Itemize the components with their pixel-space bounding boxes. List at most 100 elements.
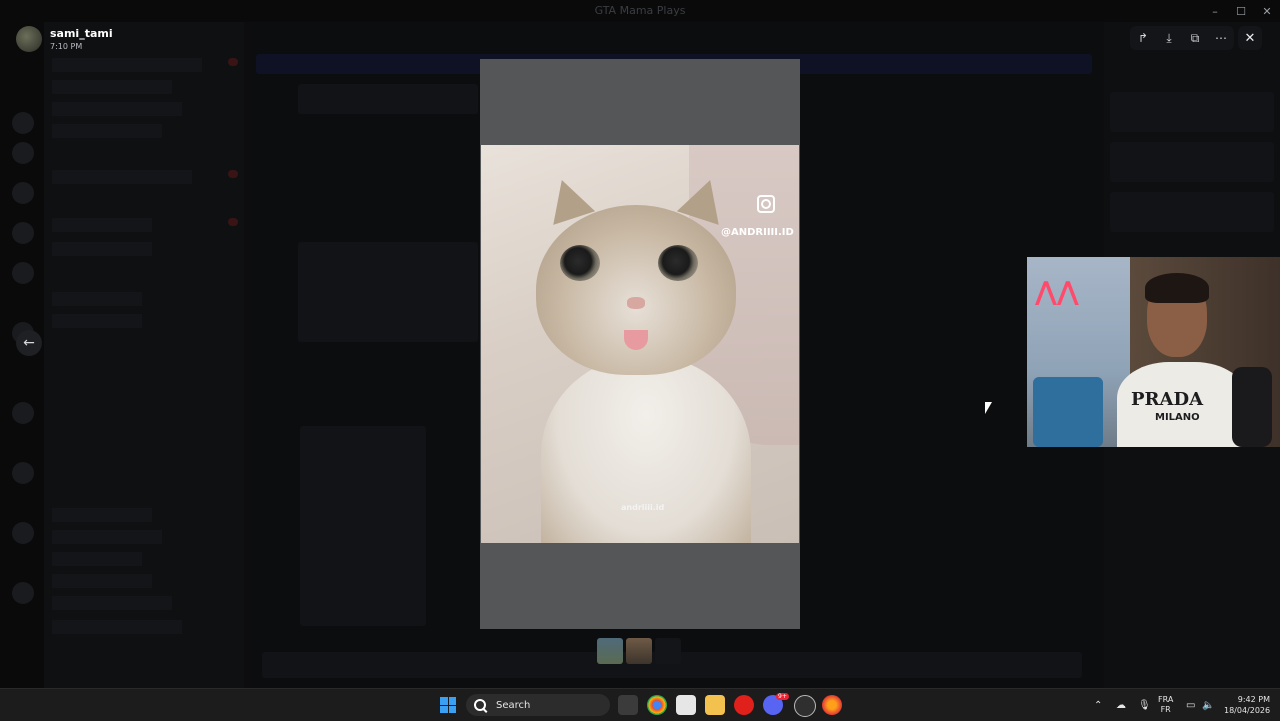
channel-row <box>52 292 142 306</box>
thumbnail[interactable] <box>626 638 652 664</box>
uploader-info[interactable]: sami_tami 7:10 PM <box>16 26 113 52</box>
cat-nose <box>627 297 645 309</box>
window-titlebar: GTA Mama Plays – ☐ ✕ <box>0 0 1280 22</box>
microphone-icon[interactable]: 🎙 <box>1138 689 1151 721</box>
open-external-icon[interactable]: ⧉ <box>1184 31 1206 46</box>
firefox-icon[interactable] <box>822 695 842 715</box>
tray-chevron-icon[interactable]: ⌃ <box>1094 689 1102 721</box>
search-label: Search <box>496 699 531 711</box>
instagram-handle: @ANDRIIII.ID <box>721 227 794 238</box>
steam-icon[interactable] <box>794 695 816 717</box>
taskbar: Search 9+ ⌃ ☁ 🎙 FRA FR ▭ 🔈 9:42 PM 18/04… <box>0 688 1280 721</box>
microphone <box>1232 367 1272 447</box>
onedrive-icon[interactable]: ☁ <box>1116 689 1126 721</box>
mouse-cursor-icon <box>985 402 992 414</box>
channel-row <box>52 80 172 94</box>
server-icon <box>12 262 34 284</box>
message-image <box>298 242 478 342</box>
maximize-icon[interactable]: ☐ <box>1228 0 1254 22</box>
window-title: GTA Mama Plays <box>594 4 686 17</box>
sofa <box>1033 377 1103 447</box>
cat-tongue <box>624 330 648 350</box>
task-view-icon[interactable] <box>618 695 638 715</box>
channel-row <box>52 242 152 256</box>
unread-badge <box>228 170 238 178</box>
message-image <box>298 84 478 114</box>
clock-time: 9:42 PM <box>1237 695 1270 704</box>
channel-row <box>52 530 162 544</box>
close-viewer-button[interactable]: ✕ <box>1238 26 1262 50</box>
snipping-tool-icon[interactable] <box>676 695 696 715</box>
clock[interactable]: 9:42 PM 18/04/2026 <box>1224 694 1270 716</box>
thumbnail-strip <box>597 638 681 664</box>
language-code: FRA <box>1158 695 1174 704</box>
close-icon: ✕ <box>1244 30 1256 46</box>
server-icon <box>12 222 34 244</box>
channel-row <box>52 552 142 566</box>
activity-card <box>1110 192 1274 232</box>
previous-button[interactable]: ← <box>16 330 42 356</box>
unread-badge <box>228 218 238 226</box>
cat-ear <box>540 173 596 225</box>
uploader-name[interactable]: sami_tami <box>50 27 113 40</box>
avatar[interactable] <box>16 26 42 52</box>
server-icon <box>12 582 34 604</box>
webcam-overlay: ⋀⋀ PRADA MILANO <box>1027 257 1280 447</box>
upload-time: 7:10 PM <box>50 42 83 51</box>
window-controls: – ☐ ✕ <box>1202 0 1280 22</box>
channel-row <box>52 620 182 634</box>
opera-icon[interactable] <box>734 695 754 715</box>
keyboard-layout: FR <box>1160 705 1171 714</box>
chrome-icon[interactable] <box>647 695 667 715</box>
thumbnail[interactable] <box>597 638 623 664</box>
media-viewer[interactable]: @ANDRIIII.ID andriiii.id <box>480 59 800 629</box>
photo-watermark: andriiii.id <box>621 503 665 512</box>
channel-row <box>52 102 182 116</box>
forward-icon[interactable]: ↱ <box>1132 31 1154 45</box>
server-icon <box>12 402 34 424</box>
minimize-icon[interactable]: – <box>1202 0 1228 22</box>
media-actions: ↱ ⤓ ⧉ ⋯ <box>1130 26 1234 50</box>
cat-head <box>536 173 736 375</box>
shirt-subtext: MILANO <box>1155 412 1200 423</box>
server-icon <box>12 142 34 164</box>
channel-row <box>52 508 152 522</box>
server-icon <box>12 462 34 484</box>
volume-icon[interactable]: 🔈 <box>1202 689 1214 721</box>
close-window-icon[interactable]: ✕ <box>1254 0 1280 22</box>
windows-start-icon[interactable] <box>440 697 456 713</box>
neon-sign: ⋀⋀ <box>1035 277 1079 307</box>
hair <box>1145 273 1209 303</box>
file-explorer-icon[interactable] <box>705 695 725 715</box>
server-icon <box>12 522 34 544</box>
search-icon <box>474 699 486 711</box>
discord-badge: 9+ <box>776 693 789 700</box>
channel-list <box>44 22 244 688</box>
arrow-left-icon: ← <box>23 335 35 351</box>
channel-row <box>52 574 152 588</box>
channel-row <box>52 314 142 328</box>
message-video <box>300 426 426 626</box>
streamer: PRADA MILANO <box>1117 273 1247 447</box>
cat-eye <box>560 245 600 281</box>
instagram-icon <box>757 195 775 213</box>
taskbar-search[interactable]: Search <box>466 694 610 716</box>
server-icon <box>12 112 34 134</box>
channel-row <box>52 58 202 72</box>
thumbnail[interactable] <box>655 638 681 664</box>
channel-row <box>52 218 152 232</box>
cat-eye <box>658 245 698 281</box>
language-indicator[interactable]: FRA FR <box>1158 695 1173 715</box>
network-icon[interactable]: ▭ <box>1186 689 1195 721</box>
unread-badge <box>228 58 238 66</box>
clock-date: 18/04/2026 <box>1224 706 1271 715</box>
channel-row <box>52 596 172 610</box>
server-rail <box>0 22 44 688</box>
activity-card <box>1110 142 1274 182</box>
shirt-brand: PRADA <box>1131 389 1204 410</box>
download-icon[interactable]: ⤓ <box>1158 31 1180 46</box>
channel-row <box>52 170 192 184</box>
cat-photo: @ANDRIIII.ID andriiii.id <box>481 145 799 543</box>
more-icon[interactable]: ⋯ <box>1210 31 1232 45</box>
activity-card <box>1110 92 1274 132</box>
